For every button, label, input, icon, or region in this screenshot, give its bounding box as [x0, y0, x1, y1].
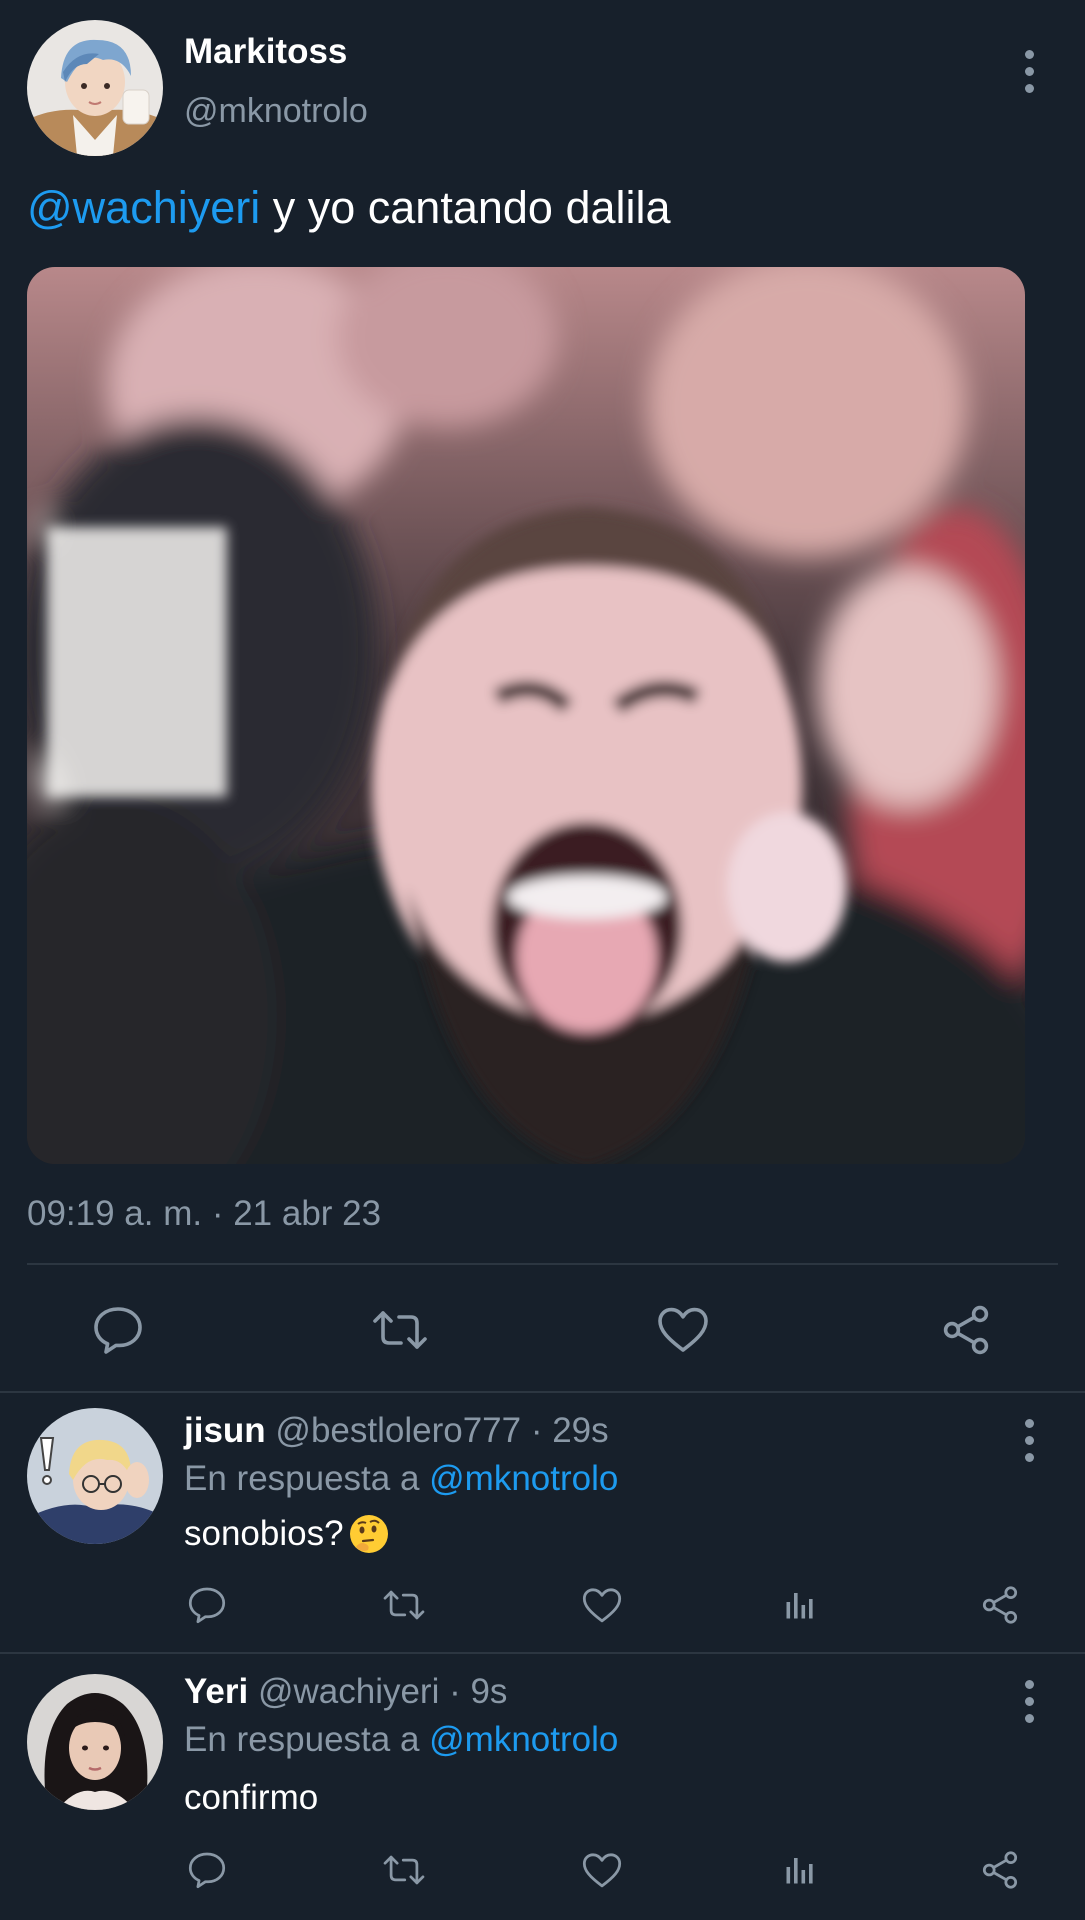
reply-icon[interactable]	[185, 1848, 229, 1892]
reply-icon[interactable]	[185, 1583, 229, 1627]
reply-prefix: En respuesta a	[184, 1720, 430, 1759]
reply-text: confirmo	[184, 1778, 318, 1818]
retweet-icon[interactable]	[370, 1300, 430, 1360]
tweet-timestamp[interactable]: 09:19 a. m. · 21 abr 23	[27, 1194, 381, 1234]
mention-link[interactable]: @wachiyeri	[27, 182, 260, 233]
reply-header: Yeri @wachiyeri · 9s	[184, 1672, 507, 1712]
share-icon[interactable]	[978, 1583, 1022, 1627]
heart-icon[interactable]	[580, 1583, 624, 1627]
reply-mention-link[interactable]: @mknotrolo	[429, 1720, 618, 1759]
reply-tweet[interactable]: Yeri @wachiyeri · 9s En respuesta a @mkn…	[0, 1654, 1085, 1920]
more-vertical-icon[interactable]	[1023, 1419, 1035, 1462]
reply-mention-link[interactable]: @mknotrolo	[429, 1459, 618, 1498]
retweet-icon[interactable]	[382, 1583, 426, 1627]
reply-prefix: En respuesta a	[184, 1459, 430, 1498]
reply-handle-time: @bestlolero777 · 29s	[265, 1411, 609, 1450]
retweet-icon[interactable]	[382, 1848, 426, 1892]
author-handle[interactable]: @mknotrolo	[184, 92, 368, 131]
reply-action-bar	[0, 1583, 1085, 1633]
heart-icon[interactable]	[653, 1300, 713, 1360]
tweet-thread-screen: Markitoss @mknotrolo @wachiyeri y yo can…	[0, 0, 1085, 1920]
reply-context: En respuesta a @mknotrolo	[184, 1459, 618, 1499]
tweet-action-bar	[0, 1300, 1085, 1360]
divider	[27, 1263, 1058, 1265]
reply-avatar[interactable]	[27, 1408, 163, 1544]
tweet-media-image[interactable]	[27, 267, 1025, 1164]
tweet-text: @wachiyeri y yo cantando dalila	[27, 182, 671, 234]
reply-tweet[interactable]: jisun @bestlolero777 · 29s En respuesta …	[0, 1393, 1085, 1652]
reply-action-bar	[0, 1848, 1085, 1898]
author-name[interactable]: Markitoss	[184, 32, 347, 72]
heart-icon[interactable]	[580, 1848, 624, 1892]
share-icon[interactable]	[936, 1300, 996, 1360]
reply-author-name[interactable]: jisun	[184, 1411, 266, 1450]
more-vertical-icon[interactable]	[1023, 1680, 1035, 1723]
author-avatar[interactable]	[27, 20, 163, 156]
reply-context: En respuesta a @mknotrolo	[184, 1720, 618, 1760]
reply-header: jisun @bestlolero777 · 29s	[184, 1411, 609, 1451]
thinking-face-icon	[348, 1513, 390, 1555]
tweet-body: y yo cantando dalila	[260, 182, 671, 233]
main-tweet: Markitoss @mknotrolo @wachiyeri y yo can…	[0, 0, 1085, 1392]
reply-body: confirmo	[184, 1778, 319, 1817]
reply-avatar[interactable]	[27, 1674, 163, 1810]
views-icon[interactable]	[778, 1848, 822, 1892]
reply-icon[interactable]	[88, 1300, 148, 1360]
reply-handle-time: @wachiyeri · 9s	[248, 1672, 508, 1711]
more-vertical-icon[interactable]	[1023, 50, 1035, 93]
reply-text: sonobios?	[184, 1513, 390, 1555]
share-icon[interactable]	[978, 1848, 1022, 1892]
reply-author-name[interactable]: Yeri	[184, 1672, 248, 1711]
views-icon[interactable]	[778, 1583, 822, 1627]
reply-body: sonobios?	[184, 1514, 344, 1553]
